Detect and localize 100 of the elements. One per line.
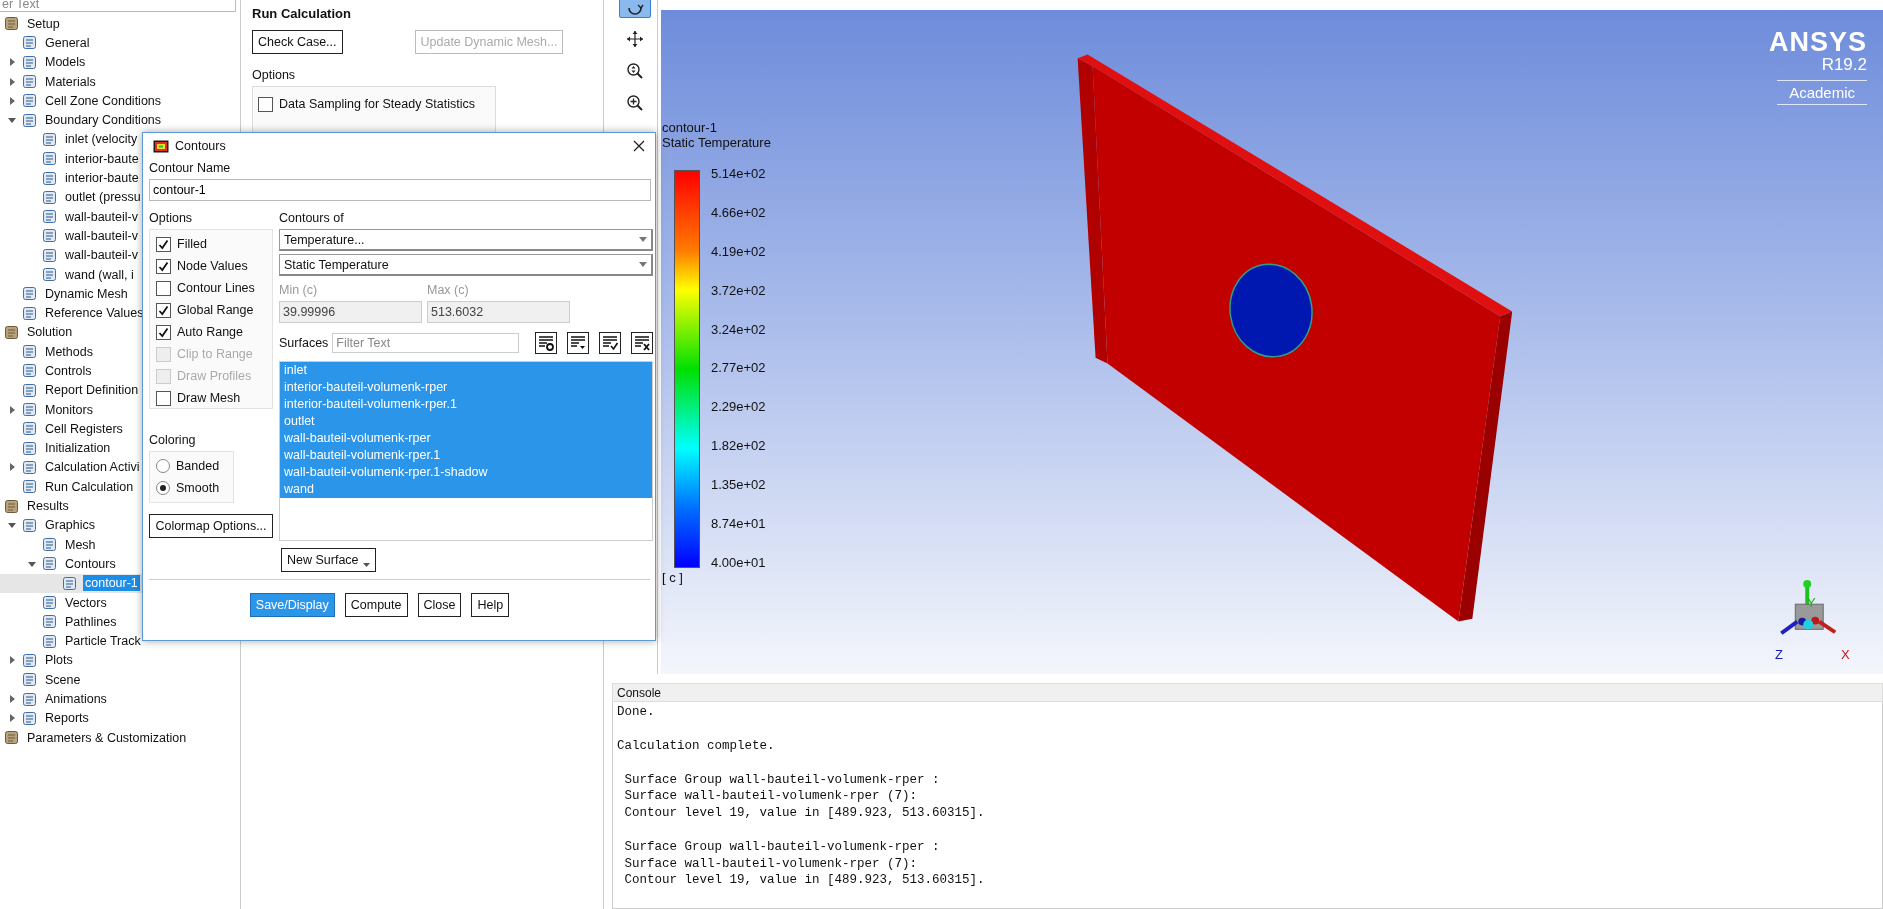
checkbox[interactable] [156, 302, 171, 318]
tree-item[interactable]: Animations [43, 691, 109, 708]
tree-item[interactable]: Vectors [63, 594, 109, 611]
tree-item[interactable]: outlet (pressu [63, 189, 143, 206]
tree-node-icon [22, 479, 37, 495]
field-label: Surfaces [279, 336, 329, 350]
axis-label: Y [1807, 596, 1816, 609]
dropdown[interactable]: Temperature... [279, 229, 654, 251]
tree-item[interactable]: interior-baute [63, 170, 141, 186]
collapsed-arrow-icon[interactable] [8, 405, 16, 414]
tree-item[interactable]: Cell Zone Conditions [43, 92, 164, 109]
select-by-type-icon[interactable] [535, 332, 558, 354]
radio-button[interactable] [156, 459, 170, 473]
dialog-button[interactable]: Compute [344, 593, 408, 617]
tree-item[interactable]: wall-bauteil-v [63, 247, 140, 264]
tree-item[interactable]: interior-baute [63, 150, 141, 167]
expanded-arrow-icon[interactable] [28, 559, 36, 568]
scale-label: 1.35e+02 [711, 477, 766, 493]
tree-item[interactable]: Solution [25, 324, 75, 341]
tree-item[interactable]: Plots [43, 652, 75, 669]
tree-item[interactable]: Reports [43, 710, 91, 727]
close-icon[interactable] [633, 140, 645, 152]
tree-item[interactable]: Mesh [63, 536, 98, 553]
tree-node-icon [4, 324, 19, 340]
tree-node-icon [42, 189, 57, 205]
collapsed-arrow-icon[interactable] [8, 77, 16, 86]
tree-item[interactable]: Models [43, 54, 88, 71]
tree-item[interactable]: Calculation Activi [43, 459, 142, 476]
tree-item[interactable]: wall-bauteil-v [63, 208, 140, 225]
section-label: Options [149, 210, 194, 227]
collapsed-arrow-icon[interactable] [8, 656, 16, 665]
panel-button[interactable]: Check Case... [252, 30, 343, 54]
tree-node-icon [22, 54, 37, 70]
tree-item[interactable]: Boundary Conditions [43, 112, 164, 129]
new-surface-button[interactable]: New Surface [281, 548, 376, 572]
dialog-button[interactable]: Close [417, 593, 462, 617]
tree-node-icon [22, 35, 37, 51]
scale-label: 8.74e+01 [711, 516, 766, 531]
expanded-arrow-icon[interactable] [8, 521, 16, 530]
tree-item[interactable]: wall-bauteil-v [63, 227, 140, 244]
tree-item[interactable]: inlet (velocity [63, 131, 140, 148]
tree-item[interactable]: Graphics [43, 517, 98, 534]
checkbox-label: Draw Mesh [177, 391, 241, 405]
dialog-button[interactable]: Help [471, 593, 510, 617]
tree-item[interactable]: Reference Values [43, 305, 146, 322]
tree-node-icon [22, 112, 37, 128]
select-all-icon[interactable] [599, 332, 622, 354]
checkbox[interactable] [156, 324, 171, 340]
radio-button[interactable] [156, 481, 170, 495]
tree-item[interactable]: Run Calculation [43, 478, 136, 495]
tree-node-icon [42, 556, 57, 572]
checkbox[interactable] [156, 236, 171, 252]
tree-node-icon [22, 421, 37, 437]
select-group-icon[interactable] [567, 332, 590, 354]
colormap-options-button[interactable]: Colormap Options... [149, 514, 273, 538]
tree-item[interactable]: Methods [43, 343, 95, 360]
tree-item[interactable]: Dynamic Mesh [43, 285, 130, 302]
tree-item[interactable]: Controls [43, 363, 94, 379]
tree-item[interactable]: Particle Track [63, 633, 143, 650]
checkbox[interactable] [156, 280, 171, 296]
deselect-all-icon[interactable] [631, 332, 654, 354]
tree-item[interactable]: Initialization [43, 440, 113, 457]
logo-edition: Academic [1777, 80, 1867, 105]
dropdown[interactable]: Static Temperature [279, 254, 654, 276]
checkbox[interactable] [156, 390, 171, 406]
collapsed-arrow-icon[interactable] [8, 714, 16, 723]
tree-node-icon [4, 730, 19, 746]
tree-item[interactable]: Results [25, 498, 71, 515]
tree-node-icon [62, 575, 77, 591]
tree-node-icon [42, 209, 57, 225]
caret-icon [362, 563, 370, 567]
collapsed-arrow-icon[interactable] [8, 463, 16, 472]
filter-field[interactable]: er Text [0, 0, 236, 12]
tree-node-icon [22, 652, 37, 668]
tree-item[interactable]: contour-1 [83, 575, 140, 592]
checkbox[interactable] [156, 258, 171, 274]
tree-node-icon [22, 402, 37, 418]
tree-item[interactable]: wand (wall, i [63, 266, 136, 283]
filter-field[interactable]: Filter Text [332, 333, 520, 353]
collapsed-arrow-icon[interactable] [8, 58, 16, 67]
checkbox[interactable] [258, 96, 273, 112]
tree-node-icon [22, 691, 37, 707]
caret-icon [639, 237, 648, 242]
tree-item[interactable]: Pathlines [63, 613, 119, 630]
scale-label: 4.66e+02 [711, 204, 766, 220]
scale-label: 1.82e+02 [711, 438, 766, 454]
tree-item[interactable]: Monitors [43, 401, 95, 418]
tree-item[interactable]: Report Definition [43, 382, 141, 399]
tree-item[interactable]: Setup [25, 15, 62, 32]
tree-item[interactable]: Contours [63, 555, 118, 572]
collapsed-arrow-icon[interactable] [8, 695, 16, 704]
tree-node-icon [42, 614, 57, 630]
collapsed-arrow-icon[interactable] [8, 96, 16, 105]
tree-item[interactable]: General [43, 34, 92, 51]
tree-item[interactable]: Materials [43, 73, 98, 90]
name-field[interactable]: contour-1 [149, 179, 651, 201]
tree-item[interactable]: Cell Registers [43, 420, 125, 437]
expanded-arrow-icon[interactable] [8, 116, 16, 125]
tree-item[interactable]: Scene [43, 671, 83, 688]
tree-item[interactable]: Parameters & Customization [25, 729, 189, 746]
